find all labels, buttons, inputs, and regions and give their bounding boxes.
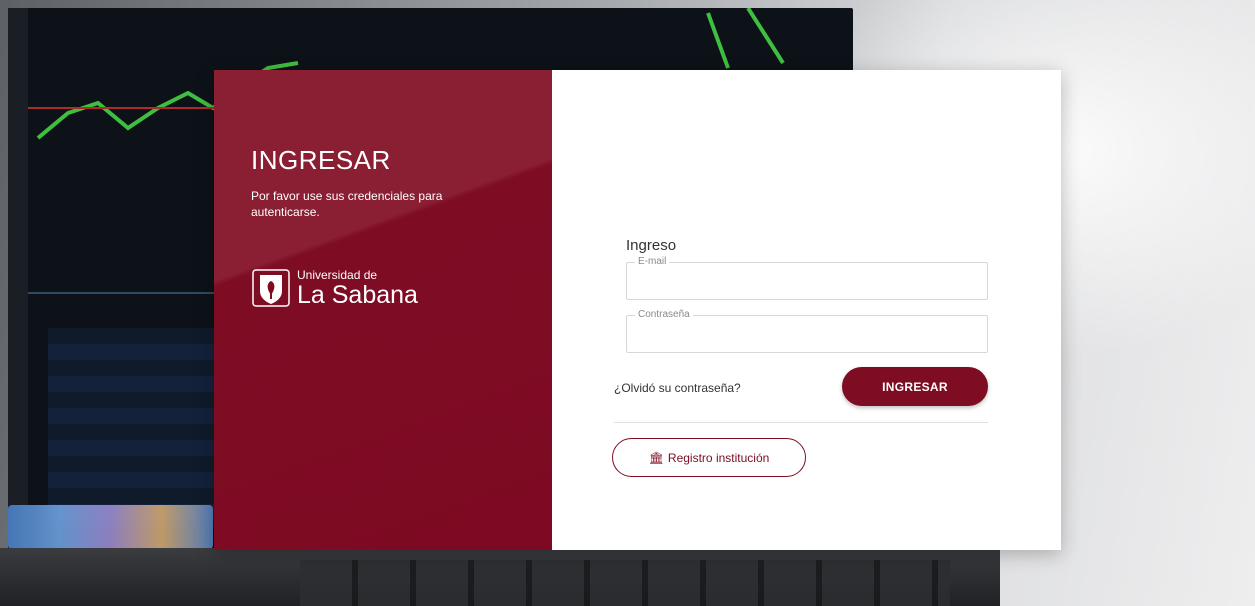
university-name-line1: Universidad de <box>297 267 378 282</box>
chart-line-green-top <box>706 12 730 69</box>
email-field: E-mail <box>626 256 988 300</box>
email-label: E-mail <box>635 256 670 268</box>
institution-building-icon: 🏛 <box>648 450 664 465</box>
screen-dock <box>8 505 213 549</box>
register-institution-button[interactable]: 🏛 Registro institución <box>612 438 806 477</box>
brand-panel: INGRESAR Por favor use sus credenciales … <box>214 70 552 550</box>
login-button[interactable]: INGRESAR <box>842 367 988 406</box>
screen-data-table <box>48 328 218 528</box>
university-seal-icon <box>251 268 291 308</box>
password-label: Contraseña <box>635 309 693 321</box>
university-name: Universidad de La Sabana <box>297 269 418 308</box>
panel-subtitle: Por favor use sus credenciales para aute… <box>251 189 443 219</box>
form-divider <box>614 422 988 423</box>
register-institution-label: Registro institución <box>667 450 770 465</box>
university-logo: Universidad de La Sabana <box>251 268 418 308</box>
email-input[interactable] <box>627 263 987 299</box>
form-title: Ingreso <box>626 237 677 254</box>
login-form-panel: Ingreso E-mail Contraseña ¿Olvidó su con… <box>552 70 1061 550</box>
password-field: Contraseña <box>626 309 988 353</box>
forgot-password-link[interactable]: ¿Olvidó su contraseña? <box>614 381 741 395</box>
chart-line-green-top-2 <box>746 8 785 65</box>
panel-title: INGRESAR <box>251 145 391 175</box>
keyboard-keys <box>300 560 950 606</box>
login-card: INGRESAR Por favor use sus credenciales … <box>214 70 1061 550</box>
password-input[interactable] <box>627 316 987 352</box>
university-name-line2: La Sabana <box>297 280 418 309</box>
